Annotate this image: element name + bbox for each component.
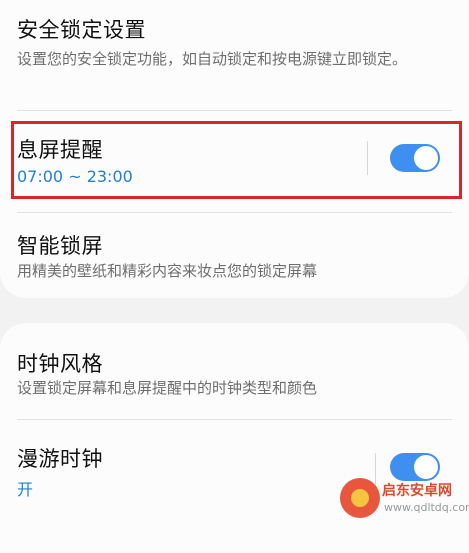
security-lock-description: 设置您的安全锁定功能，如自动锁定和按电源键立即锁定。 xyxy=(17,50,408,68)
clock-style-title: 时钟风格 xyxy=(17,352,103,376)
security-lock-settings-item[interactable]: 安全锁定设置 设置您的安全锁定功能，如自动锁定和按电源键立即锁定。 xyxy=(0,0,469,108)
clock-style-item[interactable]: 时钟风格 设置锁定屏幕和息屏提醒中的时钟类型和颜色 xyxy=(0,323,469,418)
smart-lock-item[interactable]: 智能锁屏 用精美的壁纸和精彩内容来妆点您的锁定屏幕 xyxy=(0,213,469,298)
roaming-clock-toggle[interactable] xyxy=(390,453,440,481)
security-lock-title: 安全锁定设置 xyxy=(17,18,146,42)
watermark: 启东安卓网 www.qdltdq.com xyxy=(340,478,469,518)
smart-lock-title: 智能锁屏 xyxy=(17,234,103,258)
clock-style-description: 设置锁定屏幕和息屏提醒中的时钟类型和颜色 xyxy=(17,379,318,397)
watermark-name: 启东安卓网 xyxy=(382,483,452,499)
watermark-url: www.qdltdq.com xyxy=(384,501,469,514)
smart-lock-description: 用精美的壁纸和精彩内容来妆点您的锁定屏幕 xyxy=(17,262,318,280)
toggle-knob xyxy=(414,455,438,479)
roaming-clock-title: 漫游时钟 xyxy=(17,447,103,471)
highlight-box xyxy=(11,121,462,199)
watermark-logo-icon xyxy=(340,478,380,518)
roaming-clock-status: 开 xyxy=(17,480,34,499)
